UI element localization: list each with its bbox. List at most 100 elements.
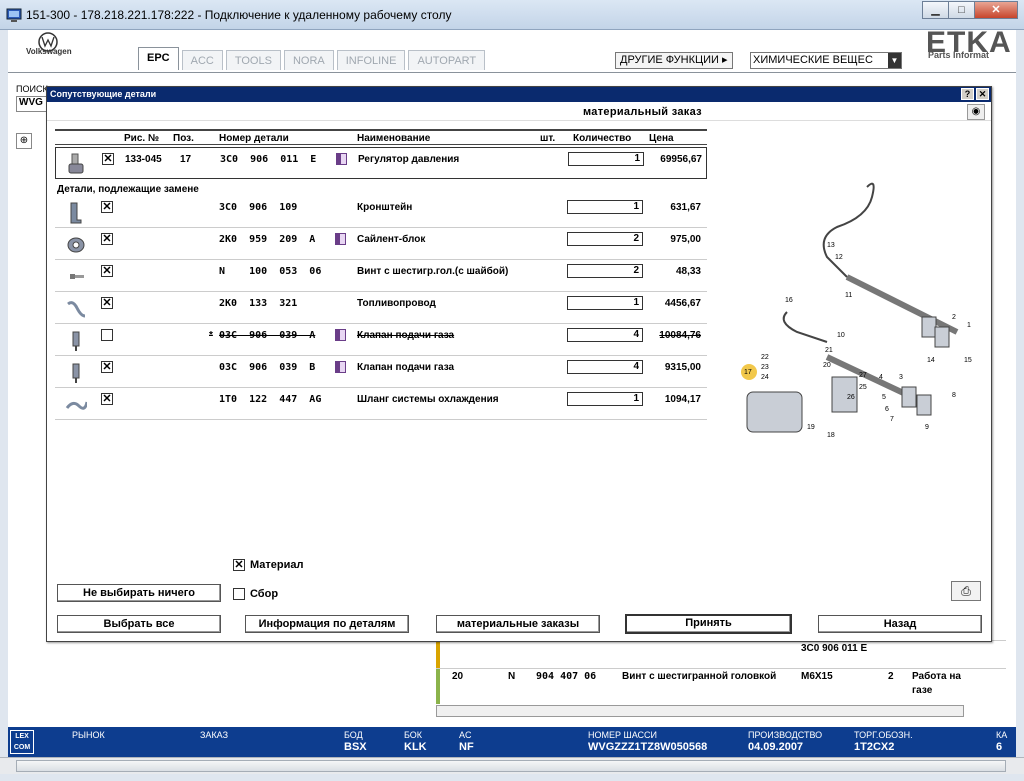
search-label: ПОИСК — [16, 84, 48, 94]
assembly-checkbox[interactable] — [233, 588, 245, 600]
note-2: газе — [912, 685, 933, 696]
production-label: ПРОИЗВОДСТВО — [748, 730, 823, 740]
col-pos: Поз. — [173, 133, 194, 144]
row-checkbox[interactable]: ✕ — [101, 361, 113, 373]
tab-infoline[interactable]: INFOLINE — [336, 50, 406, 70]
back-button[interactable]: Назад — [818, 615, 982, 633]
material-orders-button[interactable]: материальные заказы — [436, 615, 600, 633]
quantity-input[interactable]: 1 — [567, 296, 643, 310]
coolant-hose-icon — [65, 401, 87, 410]
main-item-checkbox[interactable]: ✕ — [102, 153, 114, 165]
hide-icon[interactable]: ◉ — [967, 104, 985, 120]
col-qty: Количество — [573, 133, 632, 144]
document-icon[interactable] — [336, 153, 347, 165]
quantity-input[interactable]: 4 — [567, 360, 643, 374]
diagram-label: 3 — [899, 374, 903, 381]
tab-nora[interactable]: NORA — [283, 50, 334, 70]
scroll-thumb[interactable] — [16, 760, 1006, 772]
document-icon[interactable] — [335, 233, 346, 245]
document-icon[interactable] — [335, 329, 346, 341]
row-checkbox[interactable]: ✕ — [101, 265, 113, 277]
table-row[interactable]: ✕ N 100 053 06 Винт с шестигр.гол.(с шай… — [55, 260, 707, 292]
quantity-input[interactable]: 2 — [567, 232, 643, 246]
select-all-button[interactable]: Выбрать все — [57, 615, 221, 633]
col-part: Номер детали — [219, 133, 289, 144]
quantity-input[interactable]: 1 — [567, 200, 643, 214]
table-row[interactable]: 20 N 904 407 06 Винт с шестигранной голо… — [436, 668, 1006, 704]
table-row[interactable]: ✕ 2K0 959 209 A Сайлент-блок 2 975,00 — [55, 228, 707, 260]
dialog-title: Сопутствующие детали — [50, 89, 157, 99]
diagram-label: 26 — [847, 394, 855, 401]
part-info-button[interactable]: Информация по деталям — [245, 615, 409, 633]
table-row[interactable]: ✕ 3C0 906 109 Кронштейн 1 631,67 — [55, 196, 707, 228]
part-name: Шланг системы охлаждения — [357, 394, 499, 405]
col-unit: шт. — [540, 133, 556, 144]
other-functions-button[interactable]: ДРУГИЕ ФУНКЦИИ ▸ — [615, 52, 733, 69]
close-button[interactable]: ✕ — [974, 1, 1018, 19]
main-item-row[interactable]: ✕ 133-045 17 3C0 906 011 E Регулятор дав… — [55, 147, 707, 179]
diagram-label: 21 — [825, 347, 833, 354]
tab-epc[interactable]: EPC — [138, 47, 179, 70]
production-value: 04.09.2007 — [748, 741, 804, 753]
minimize-button[interactable]: ▁ — [922, 1, 949, 19]
row-checkbox[interactable]: ✕ — [101, 201, 113, 213]
lexcom-logo: LEX COM — [10, 730, 34, 754]
help-icon[interactable]: ? — [961, 88, 974, 100]
bracket-icon — [70, 202, 82, 224]
quantity-input[interactable]: 1 — [568, 152, 644, 166]
zoom-icon[interactable]: ⊕ — [16, 133, 32, 149]
price: 69956,67 — [660, 154, 702, 165]
horizontal-scrollbar[interactable] — [436, 705, 964, 717]
bok-label: БОК — [404, 730, 423, 740]
quantity-input[interactable]: 1 — [567, 392, 643, 406]
ac-label: AC — [459, 730, 472, 740]
row-checkbox[interactable]: ✕ — [101, 297, 113, 309]
table-row[interactable]: ✕ 03C 906 039 B Клапан подачи газа 4 931… — [55, 356, 707, 388]
chevron-down-icon[interactable]: ▼ — [888, 53, 901, 68]
price: 631,67 — [670, 202, 701, 213]
table-row[interactable]: ✕ 1T0 122 447 AG Шланг системы охлаждени… — [55, 388, 707, 420]
diagram-label: 7 — [890, 416, 894, 423]
maximize-button[interactable]: □ — [948, 1, 975, 19]
price: 975,00 — [670, 234, 701, 245]
chemicals-select[interactable]: ХИМИЧЕСКИЕ ВЕЩЕС ▼ — [750, 52, 902, 69]
price: 10084,76 — [659, 330, 701, 341]
part-number: 3C0 906 011 E — [220, 154, 317, 165]
quantity-input[interactable]: 4 — [567, 328, 643, 342]
row-checkbox[interactable] — [101, 329, 113, 341]
tab-tools[interactable]: TOOLS — [225, 50, 281, 70]
tab-acc[interactable]: ACC — [181, 50, 223, 70]
row-checkbox[interactable]: ✕ — [101, 393, 113, 405]
quantity-input[interactable]: 2 — [567, 264, 643, 278]
part-name: Топливопровод — [357, 298, 436, 309]
pressure-regulator-icon — [68, 153, 84, 174]
extra-value: 6 — [996, 741, 1003, 753]
market-label: РЫНОК — [72, 730, 105, 740]
accept-button[interactable]: Принять — [625, 614, 792, 634]
material-checkbox[interactable]: ✕ — [233, 559, 245, 571]
rdp-horizontal-scrollbar[interactable] — [0, 757, 1024, 774]
diagram-label: 17 — [744, 369, 752, 376]
select-none-button[interactable]: Не выбирать ничего — [57, 584, 221, 602]
chassis-value: WVGZZZ1TZ8W050568 — [588, 741, 708, 753]
table-header: Рис. № Поз. Номер детали Наименование шт… — [55, 129, 707, 145]
rdp-title-bar: 151-300 - 178.218.221.178:222 - Подключе… — [0, 0, 1024, 30]
close-icon[interactable]: ✕ — [976, 88, 989, 100]
table-row[interactable]: ✕ 2K0 133 321 Топливопровод 1 4456,67 — [55, 292, 707, 324]
row-checkbox[interactable]: ✕ — [101, 233, 113, 245]
document-icon[interactable] — [335, 361, 346, 373]
diagram-label: 12 — [835, 254, 843, 261]
table-row[interactable]: 3C0 906 011 E — [436, 640, 1006, 668]
table-row[interactable]: * 03C 906 039 A Клапан подачи газа 4 100… — [55, 324, 707, 356]
module-tabs: EPC ACC TOOLS NORA INFOLINE AUTOPART — [138, 47, 488, 70]
tab-autopart[interactable]: AUTOPART — [408, 50, 486, 70]
part-name: Клапан подачи газа — [357, 330, 455, 341]
position: 17 — [180, 154, 192, 165]
diagram-label: 1 — [967, 322, 971, 329]
part-name: Кронштейн — [357, 202, 413, 213]
diagram-label: 5 — [882, 394, 886, 401]
diagram-label: 11 — [845, 292, 852, 299]
price: 1094,17 — [664, 394, 701, 405]
printer-icon[interactable]: ⎙ — [951, 581, 981, 601]
order-label: ЗАКАЗ — [200, 730, 229, 740]
